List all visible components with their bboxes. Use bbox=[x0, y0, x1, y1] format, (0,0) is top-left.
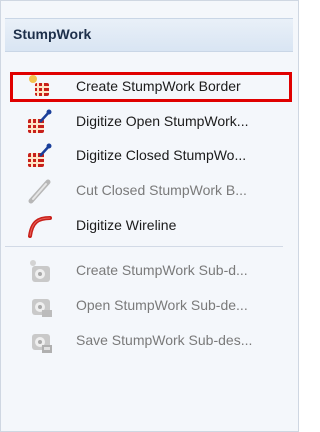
menu-item-digitize-closed-stumpwork[interactable]: Digitize Closed StumpWo... bbox=[10, 141, 292, 171]
menu-item-open-stumpwork-subdesign[interactable]: Open StumpWork Sub-de... bbox=[10, 291, 292, 321]
cut-closed-stumpwork-icon bbox=[28, 179, 51, 204]
open-stumpwork-subdesign-icon bbox=[32, 299, 52, 317]
stumpwork-panel: StumpWork Create StumpWork Border Digiti… bbox=[0, 0, 299, 432]
panel-title: StumpWork bbox=[13, 26, 92, 42]
menu-item-create-stumpwork-border[interactable]: Create StumpWork Border bbox=[10, 72, 292, 102]
menu-item-label: Create StumpWork Sub-d... bbox=[76, 262, 248, 278]
menu-item-digitize-wireline[interactable]: Digitize Wireline bbox=[10, 211, 292, 241]
menu-item-save-stumpwork-subdesign[interactable]: Save StumpWork Sub-des... bbox=[10, 326, 292, 356]
menu-item-label: Digitize Closed StumpWo... bbox=[76, 147, 247, 163]
menu-item-label: Open StumpWork Sub-de... bbox=[76, 297, 248, 313]
section-divider bbox=[5, 246, 283, 247]
menu-item-label: Digitize Wireline bbox=[76, 217, 177, 233]
digitize-open-stumpwork-icon bbox=[28, 109, 52, 133]
menu-item-label: Cut Closed StumpWork B... bbox=[76, 182, 247, 198]
menu-item-digitize-open-stumpwork[interactable]: Digitize Open StumpWork... bbox=[10, 107, 292, 137]
digitize-closed-stumpwork-icon bbox=[28, 143, 52, 167]
menu-item-label: Save StumpWork Sub-des... bbox=[76, 332, 253, 348]
menu-item-label: Digitize Open StumpWork... bbox=[76, 113, 249, 129]
digitize-wireline-icon bbox=[28, 216, 52, 238]
menu-item-create-stumpwork-subdesign[interactable]: Create StumpWork Sub-d... bbox=[10, 256, 292, 286]
create-stumpwork-subdesign-icon bbox=[30, 260, 50, 282]
menu-item-label: Create StumpWork Border bbox=[76, 78, 241, 94]
menu-item-cut-closed-stumpwork[interactable]: Cut Closed StumpWork B... bbox=[10, 176, 292, 206]
panel-header: StumpWork bbox=[5, 18, 293, 52]
create-stumpwork-border-icon bbox=[29, 75, 49, 96]
save-stumpwork-subdesign-icon bbox=[32, 334, 52, 353]
